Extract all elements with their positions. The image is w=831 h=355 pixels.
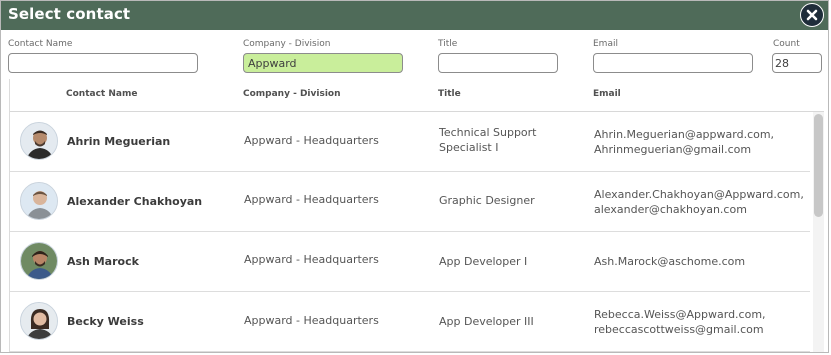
- email-cell-line2: rebeccascottweiss@gmail.com: [594, 323, 764, 336]
- avatar: [20, 182, 58, 220]
- column-header-company-division[interactable]: Company - Division: [243, 89, 341, 99]
- table-row[interactable]: Alexander Chakhoyan Appward - Headquarte…: [10, 172, 810, 232]
- scrollbar-thumb[interactable]: [814, 114, 823, 217]
- grid-header: Contact Name Company - Division Title Em…: [10, 79, 824, 112]
- title-cell-line1: Technical Support: [439, 126, 537, 139]
- title-cell-line2: Specialist I: [439, 141, 499, 154]
- title-cell-line1: Graphic Designer: [439, 194, 535, 207]
- table-row[interactable]: Becky Weiss Appward - Headquarters App D…: [10, 292, 810, 352]
- dialog-titlebar: Select contact: [1, 1, 828, 30]
- email-cell-line1: Alexander.Chakhoyan@Appward.com,: [594, 188, 804, 201]
- title-filter-input[interactable]: [438, 53, 558, 73]
- table-row[interactable]: Ahrin Meguerian Appward - Headquarters T…: [10, 112, 810, 172]
- column-header-email[interactable]: Email: [593, 89, 621, 99]
- contact-name: Ahrin Meguerian: [67, 135, 171, 148]
- company-division-cell: Appward - Headquarters: [244, 253, 379, 266]
- title-cell-line1: App Developer I: [439, 255, 528, 268]
- email-cell-line1: Rebecca.Weiss@Appward.com,: [594, 308, 766, 321]
- email-cell-line2: alexander@chakhoyan.com: [594, 203, 747, 216]
- table-row[interactable]: Ash Marock Appward - Headquarters App De…: [10, 232, 810, 292]
- count-label: Count: [773, 39, 800, 49]
- close-button[interactable]: [800, 3, 824, 27]
- avatar: [20, 302, 58, 340]
- email-filter-input[interactable]: [593, 53, 753, 73]
- company-division-cell: Appward - Headquarters: [244, 134, 379, 147]
- count-field: [772, 53, 822, 73]
- user-avatar-icon: [21, 123, 57, 159]
- email-filter-label: Email: [593, 39, 618, 49]
- email-cell-line1: Ash.Marock@aschome.com: [594, 255, 746, 268]
- avatar: [20, 242, 58, 280]
- column-header-title[interactable]: Title: [438, 89, 461, 99]
- contact-name-filter-input[interactable]: [8, 53, 198, 73]
- user-avatar-icon: [21, 303, 57, 339]
- title-filter-label: Title: [438, 39, 458, 49]
- company-division-cell: Appward - Headquarters: [244, 193, 379, 206]
- contacts-grid: Contact Name Company - Division Title Em…: [9, 79, 824, 352]
- close-icon: [806, 9, 818, 21]
- avatar: [20, 122, 58, 160]
- contact-name: Becky Weiss: [67, 315, 144, 328]
- title-cell-line1: App Developer III: [439, 315, 534, 328]
- select-contact-dialog: Select contact Contact Name Company - Di…: [0, 0, 829, 353]
- dialog-title: Select contact: [8, 5, 131, 23]
- user-avatar-icon: [21, 243, 57, 279]
- contact-name: Alexander Chakhoyan: [67, 195, 203, 208]
- user-avatar-icon: [21, 183, 57, 219]
- vertical-scrollbar[interactable]: [813, 112, 824, 352]
- contact-name: Ash Marock: [67, 255, 139, 268]
- company-division-cell: Appward - Headquarters: [244, 314, 379, 327]
- company-division-filter-label: Company - Division: [243, 39, 331, 49]
- email-cell-line1: Ahrin.Meguerian@appward.com,: [594, 128, 775, 141]
- company-division-filter-input[interactable]: [243, 53, 403, 73]
- column-header-contact-name[interactable]: Contact Name: [66, 89, 137, 99]
- email-cell-line2: Ahrinmeguerian@gmail.com: [594, 143, 752, 156]
- contact-name-filter-label: Contact Name: [8, 39, 73, 49]
